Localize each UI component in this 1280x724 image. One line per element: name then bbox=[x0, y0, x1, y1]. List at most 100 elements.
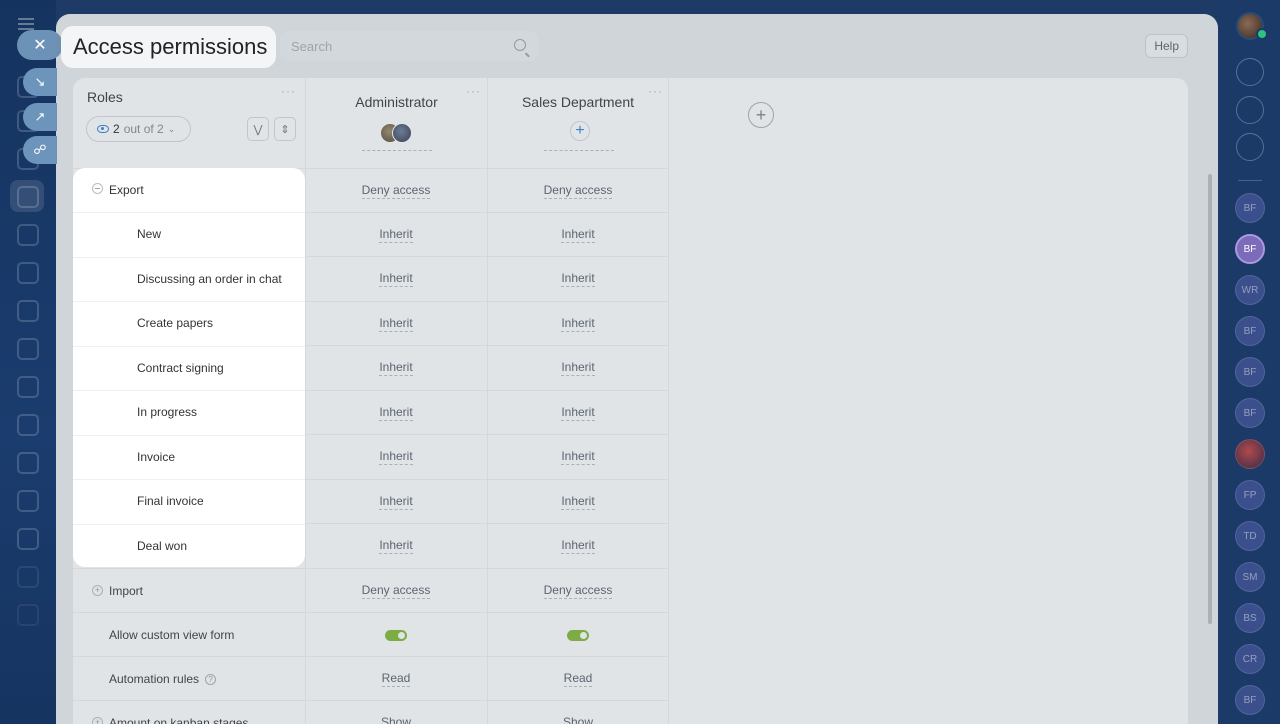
row-label: Discussing an order in chat bbox=[137, 271, 282, 286]
roles-filter[interactable]: 2 out of 2 ⌄ bbox=[86, 116, 191, 142]
permission-value[interactable]: Inherit bbox=[487, 302, 669, 346]
contact-avatar[interactable]: CR bbox=[1235, 644, 1265, 674]
row-label: Create papers bbox=[137, 316, 214, 331]
expand-all-button[interactable]: ⇕ bbox=[274, 117, 296, 141]
permission-value[interactable]: Inherit bbox=[305, 213, 487, 257]
copilot-icon[interactable] bbox=[1236, 96, 1264, 124]
row-label: Automation rules bbox=[109, 672, 200, 686]
stage-row: In progress bbox=[73, 390, 305, 435]
export-rows-highlight: Export New Discussing an order in chat C… bbox=[73, 168, 305, 567]
add-member-button[interactable]: + bbox=[570, 121, 590, 141]
nav-icon-shop[interactable] bbox=[17, 338, 39, 360]
collapse-all-button[interactable]: ⋁ bbox=[247, 117, 269, 141]
members-avatars[interactable] bbox=[380, 123, 414, 143]
bell-icon[interactable] bbox=[1236, 58, 1264, 86]
table-row: Automation rules ? Read Read bbox=[73, 656, 669, 700]
permission-value[interactable]: Inherit bbox=[487, 524, 669, 568]
nav-icon-drive[interactable] bbox=[17, 262, 39, 284]
nav-icon-calendar[interactable] bbox=[17, 224, 39, 246]
nav-icon-inventory[interactable] bbox=[17, 528, 39, 550]
collapse-icon[interactable] bbox=[92, 183, 103, 194]
permission-value[interactable]: Show bbox=[487, 701, 669, 724]
search-icon[interactable] bbox=[514, 39, 526, 51]
permission-value[interactable]: Deny access bbox=[487, 569, 669, 613]
permission-toggle[interactable] bbox=[487, 613, 669, 657]
page-title: Access permissions bbox=[61, 26, 277, 68]
close-slider-button[interactable]: ✕ bbox=[17, 30, 63, 60]
permission-value[interactable]: Inherit bbox=[305, 391, 487, 435]
contact-avatar[interactable]: BF bbox=[1235, 685, 1265, 715]
stage-row: Contract signing bbox=[73, 345, 305, 391]
toggle-switch[interactable] bbox=[567, 629, 589, 641]
contact-avatar[interactable]: BF bbox=[1235, 316, 1265, 346]
permission-value[interactable]: Inherit bbox=[487, 391, 669, 435]
filter-text: out of 2 bbox=[123, 122, 164, 136]
more-icon[interactable]: ··· bbox=[466, 84, 481, 98]
permission-value[interactable]: Inherit bbox=[487, 257, 669, 301]
help-button[interactable]: Help bbox=[1145, 34, 1188, 58]
permission-value[interactable]: Inherit bbox=[487, 480, 669, 524]
permission-value[interactable]: Read bbox=[487, 657, 669, 701]
permission-value[interactable]: Inherit bbox=[305, 480, 487, 524]
row-label: Import bbox=[109, 584, 144, 598]
permission-value[interactable]: Inherit bbox=[487, 213, 669, 257]
scrollbar[interactable] bbox=[1208, 174, 1212, 624]
sidebar-divider bbox=[1238, 180, 1262, 181]
chat-icon[interactable] bbox=[1236, 133, 1264, 161]
members-underline bbox=[544, 150, 614, 151]
permission-value[interactable]: Deny access bbox=[305, 569, 487, 613]
permission-value[interactable]: Deny access bbox=[487, 169, 669, 213]
open-new-window-icon[interactable]: ↗ bbox=[23, 103, 57, 131]
permission-value[interactable]: Deny access bbox=[305, 169, 487, 213]
contact-avatar[interactable]: WR bbox=[1235, 275, 1265, 305]
help-icon[interactable]: ? bbox=[205, 673, 217, 685]
permission-toggle[interactable] bbox=[305, 613, 487, 657]
table-row: + Amount on kanban stages Show Show bbox=[73, 700, 669, 724]
row-label: Final invoice bbox=[137, 494, 204, 509]
permission-value[interactable]: Inherit bbox=[305, 346, 487, 390]
nav-icon-more[interactable] bbox=[17, 604, 39, 626]
avatar bbox=[392, 123, 412, 143]
more-icon[interactable]: ··· bbox=[281, 84, 296, 98]
more-icon[interactable]: ··· bbox=[648, 84, 663, 98]
permission-value[interactable]: Inherit bbox=[487, 346, 669, 390]
search-input[interactable]: Search bbox=[280, 31, 538, 61]
permission-value[interactable]: Inherit bbox=[305, 257, 487, 301]
row-label: Deal won bbox=[137, 538, 188, 553]
expand-icon[interactable]: + bbox=[92, 717, 103, 724]
permission-value[interactable]: Inherit bbox=[305, 302, 487, 346]
permission-value[interactable]: Inherit bbox=[305, 435, 487, 479]
nav-icon-contracts[interactable] bbox=[17, 414, 39, 436]
nav-icon-signature[interactable] bbox=[17, 452, 39, 474]
contact-avatar[interactable]: TD bbox=[1235, 521, 1265, 551]
contact-avatar[interactable]: BF bbox=[1235, 357, 1265, 387]
copy-link-icon[interactable]: ☍ bbox=[23, 136, 57, 164]
row-label: Amount on kanban stages bbox=[109, 716, 249, 724]
row-label-with-help: Automation rules ? bbox=[109, 657, 217, 701]
toggle-switch[interactable] bbox=[385, 629, 407, 641]
contact-avatar[interactable]: SM bbox=[1235, 562, 1265, 592]
nav-icon-marketing[interactable] bbox=[17, 300, 39, 322]
nav-icon-sites[interactable] bbox=[17, 376, 39, 398]
add-role-button[interactable]: + bbox=[748, 102, 774, 128]
contact-avatar[interactable]: BF bbox=[1235, 398, 1265, 428]
expand-icon[interactable]: + bbox=[92, 585, 103, 596]
permission-value[interactable]: Show bbox=[305, 701, 487, 724]
contact-avatar[interactable]: FP bbox=[1235, 480, 1265, 510]
nav-icon-favorites[interactable] bbox=[17, 566, 39, 588]
contact-avatar-photo[interactable] bbox=[1235, 439, 1265, 469]
contact-avatar[interactable]: BF bbox=[1235, 234, 1265, 264]
nav-icon-analytics[interactable] bbox=[17, 490, 39, 512]
filter-count: 2 bbox=[113, 122, 120, 136]
permission-value[interactable]: Inherit bbox=[305, 524, 487, 568]
contact-avatar[interactable]: BS bbox=[1235, 603, 1265, 633]
eye-icon bbox=[97, 125, 109, 133]
contact-avatar[interactable]: BF bbox=[1235, 193, 1265, 223]
table-row: + Import Deny access Deny access bbox=[73, 568, 669, 612]
group-row-export[interactable]: Export bbox=[73, 168, 305, 213]
permission-value[interactable]: Read bbox=[305, 657, 487, 701]
nav-icon-crm[interactable] bbox=[17, 186, 39, 208]
menu-icon[interactable] bbox=[18, 18, 34, 30]
permission-value[interactable]: Inherit bbox=[487, 435, 669, 479]
minimize-icon[interactable]: ↘ bbox=[23, 68, 57, 96]
